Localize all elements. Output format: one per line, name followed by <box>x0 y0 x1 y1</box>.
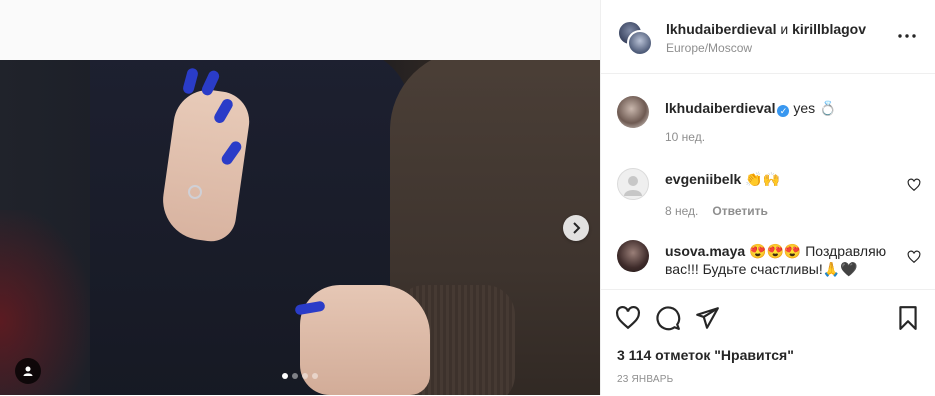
comment-text: evgeniibelk 👏🙌 <box>665 170 905 188</box>
slide-dot <box>292 373 298 379</box>
heart-icon[interactable] <box>907 178 921 192</box>
avatar[interactable] <box>617 168 649 200</box>
post-location[interactable]: Europe/Moscow <box>666 41 752 55</box>
background-glow <box>0 210 90 395</box>
comment-item: evgeniibelk 👏🙌 8 нед. Ответить <box>617 168 927 218</box>
more-icon <box>898 34 916 38</box>
author-username[interactable]: lkhudaiberdieval <box>666 21 776 37</box>
coauthor-username[interactable]: kirillblagov <box>792 21 866 37</box>
chevron-right-icon <box>573 222 581 234</box>
likes-count[interactable]: 3 114 отметок "Нравится" <box>617 347 794 363</box>
collab-avatars[interactable] <box>617 20 653 56</box>
post-date[interactable]: 23 ЯНВАРЬ <box>617 374 673 385</box>
verified-icon: ✓ <box>777 105 790 117</box>
post-dialog: lkhudaiberdieval и kirillblagov Europe/M… <box>0 0 935 395</box>
more-options-button[interactable] <box>895 26 919 46</box>
default-avatar-icon <box>624 176 642 196</box>
avatar[interactable] <box>617 240 649 272</box>
comment-item: usova.maya 😍😍😍 Поздравляю вас!!! Будьте … <box>617 240 927 289</box>
comment-username[interactable]: evgeniibelk <box>665 171 741 187</box>
comment-text: usova.maya 😍😍😍 Поздравляю вас!!! Будьте … <box>665 242 905 278</box>
next-slide-button[interactable] <box>563 215 589 241</box>
comment-time[interactable]: 8 нед. <box>665 204 698 218</box>
post-actions: 3 114 отметок "Нравится" 23 ЯНВАРЬ <box>601 289 935 396</box>
avatar[interactable] <box>617 96 649 128</box>
comment-meta: 8 нед. Ответить <box>665 204 768 218</box>
post-photo[interactable] <box>0 60 600 395</box>
comment-icon[interactable] <box>655 305 681 331</box>
comment-username[interactable]: usova.maya <box>665 243 745 259</box>
reply-button[interactable]: Ответить <box>712 204 767 218</box>
author-conjunction: и <box>780 21 789 37</box>
caption-username[interactable]: lkhudaiberdieval <box>665 100 775 116</box>
slide-indicator <box>282 373 318 379</box>
comments-list[interactable]: lkhudaiberdieval ✓ yes 💍 10 нед. evgeniib… <box>601 74 935 289</box>
user-tag-icon <box>23 366 33 376</box>
share-icon[interactable] <box>694 305 720 331</box>
slide-dot <box>282 373 288 379</box>
slide-dot <box>302 373 308 379</box>
post-header: lkhudaiberdieval и kirillblagov Europe/M… <box>601 0 935 74</box>
bookmark-icon[interactable] <box>895 305 921 331</box>
slide-dot <box>312 373 318 379</box>
caption-row: lkhudaiberdieval ✓ yes 💍 10 нед. <box>617 96 927 156</box>
caption-content: yes 💍 <box>793 100 837 116</box>
heart-icon[interactable] <box>615 305 641 331</box>
media-letterbox <box>0 0 600 60</box>
engagement-ring <box>188 185 202 199</box>
post-authors: lkhudaiberdieval и kirillblagov <box>666 21 866 37</box>
tagged-users-button[interactable] <box>15 358 41 384</box>
post-side-panel: lkhudaiberdieval и kirillblagov Europe/M… <box>601 0 935 395</box>
heart-icon[interactable] <box>907 250 921 264</box>
avatar <box>627 30 653 56</box>
caption-time[interactable]: 10 нед. <box>665 130 705 144</box>
comment-content: 👏🙌 <box>745 171 781 187</box>
post-media <box>0 0 601 395</box>
caption-text: lkhudaiberdieval ✓ yes 💍 <box>665 99 905 117</box>
